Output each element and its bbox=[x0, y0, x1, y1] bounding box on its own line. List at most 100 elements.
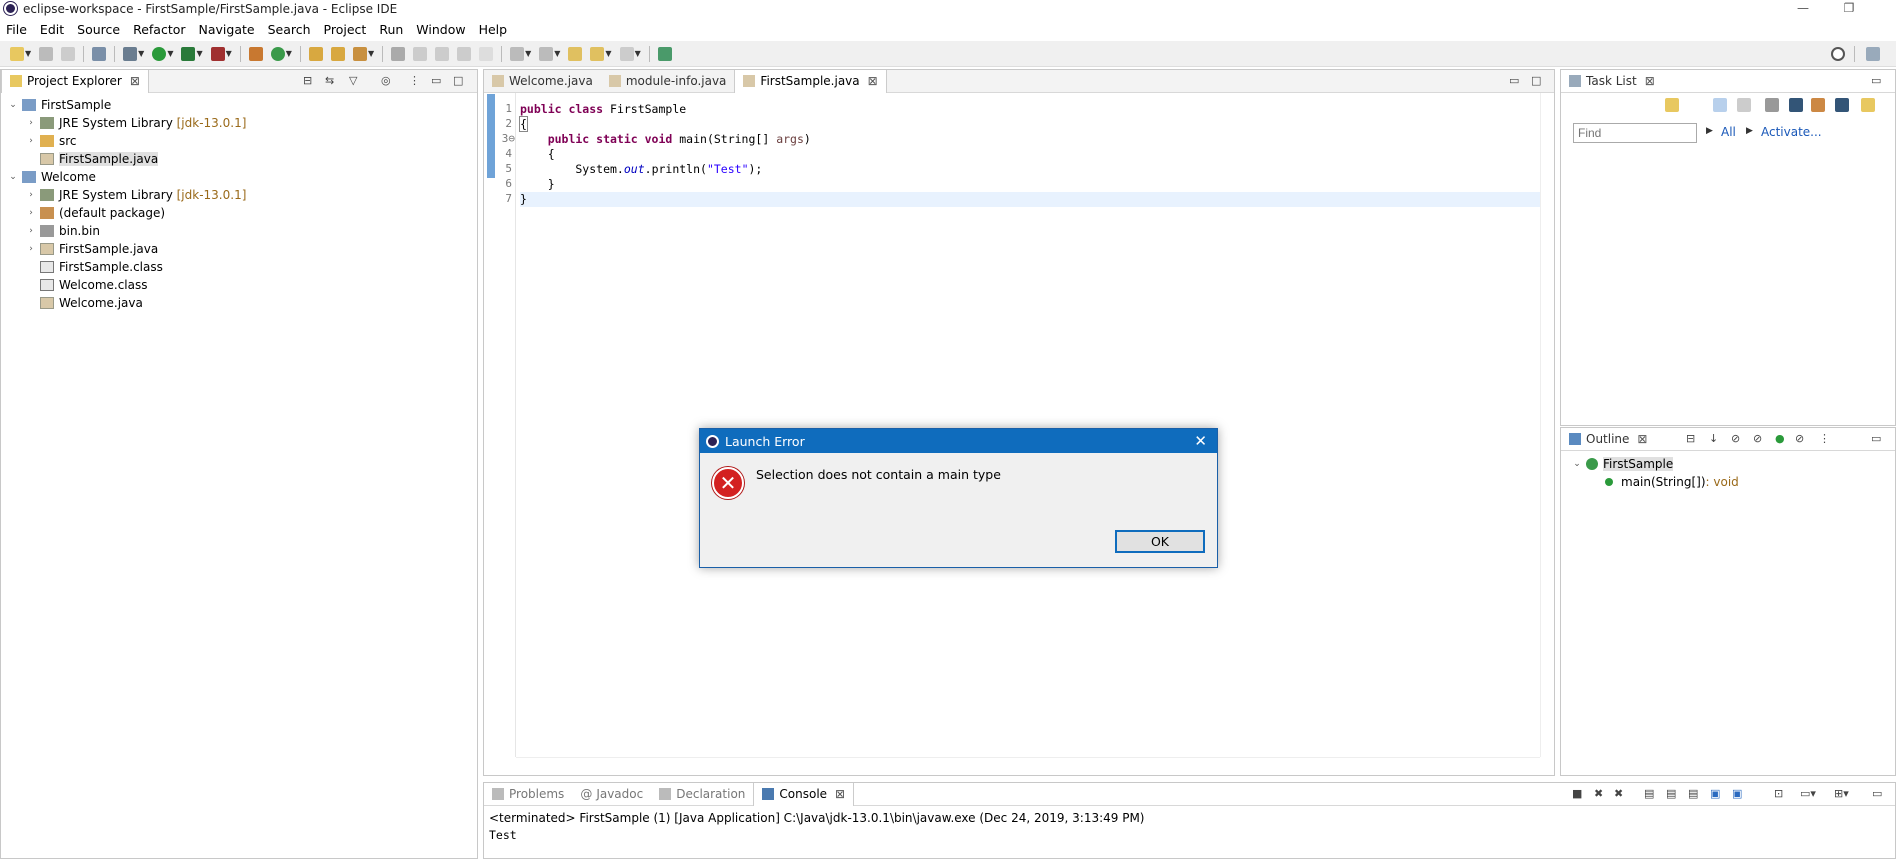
sort-icon[interactable]: ↓ bbox=[1709, 432, 1718, 445]
save-all-icon[interactable] bbox=[61, 46, 76, 61]
sync-icon[interactable] bbox=[1811, 98, 1825, 112]
run-icon[interactable] bbox=[152, 46, 167, 61]
tree-item-firstsample-java[interactable]: › FirstSample.java bbox=[3, 240, 477, 258]
prev-annotation-icon[interactable] bbox=[539, 46, 554, 61]
word-wrap-icon[interactable]: ▤ bbox=[1688, 787, 1698, 800]
last-edit-icon[interactable] bbox=[568, 46, 583, 61]
tree-item-bin-bin[interactable]: › bin.bin bbox=[3, 222, 477, 240]
terminate-icon[interactable]: ■ bbox=[1572, 787, 1582, 800]
hide-completed-icon[interactable] bbox=[1789, 98, 1803, 112]
tree-item-jre-library[interactable]: › JRE System Library [jdk-13.0.1] bbox=[3, 186, 477, 204]
tab-project-explorer[interactable]: Project Explorer ⊠ bbox=[1, 69, 149, 93]
new-java-project-icon[interactable] bbox=[248, 46, 263, 61]
open-perspective-icon[interactable] bbox=[1866, 47, 1880, 61]
debug-icon[interactable] bbox=[123, 46, 138, 61]
ok-button[interactable]: OK bbox=[1115, 530, 1205, 553]
new-class-icon[interactable] bbox=[270, 46, 285, 61]
remove-all-icon[interactable]: ✖ bbox=[1614, 787, 1623, 800]
menu-run[interactable]: Run bbox=[379, 22, 403, 37]
tab-task-list[interactable]: Task List ⊠ bbox=[1561, 70, 1663, 93]
tree-item-welcome-java[interactable]: Welcome.java bbox=[3, 294, 477, 312]
view-menu-icon[interactable]: ⋮ bbox=[409, 74, 420, 87]
clear-console-icon[interactable]: ▤ bbox=[1644, 787, 1654, 800]
all-link[interactable]: All bbox=[1721, 125, 1736, 139]
hide-non-public-icon[interactable]: ● bbox=[1775, 432, 1785, 445]
maximize-view-icon[interactable]: □ bbox=[1531, 74, 1541, 87]
activate-link[interactable]: Activate... bbox=[1761, 125, 1822, 139]
outline-item-method[interactable]: main(String[]) : void bbox=[1605, 473, 1739, 491]
focus-icon[interactable]: ◎ bbox=[381, 74, 391, 87]
search-tool-icon[interactable] bbox=[352, 46, 367, 61]
tab-problems[interactable]: Problems bbox=[484, 783, 572, 806]
pin-editor-icon[interactable] bbox=[657, 46, 672, 61]
tab-welcome-java[interactable]: Welcome.java bbox=[484, 70, 601, 93]
maximize-view-icon[interactable]: □ bbox=[453, 74, 463, 87]
hide-fields-icon[interactable]: ⊘ bbox=[1731, 432, 1740, 445]
minimize-button[interactable]: — bbox=[1780, 0, 1826, 16]
close-icon[interactable]: ✕ bbox=[1194, 432, 1207, 450]
close-icon[interactable]: ⊠ bbox=[130, 74, 140, 88]
tree-item-firstsample-project[interactable]: ⌄ FirstSample bbox=[3, 96, 477, 114]
focus-icon[interactable] bbox=[1765, 98, 1779, 112]
coverage-icon[interactable] bbox=[181, 46, 196, 61]
tab-outline[interactable]: Outline ⊠ bbox=[1561, 428, 1655, 451]
menu-window[interactable]: Window bbox=[416, 22, 465, 37]
menu-edit[interactable]: Edit bbox=[40, 22, 64, 37]
menu-help[interactable]: Help bbox=[479, 22, 508, 37]
tree-item-src[interactable]: › src bbox=[3, 132, 477, 150]
tab-declaration[interactable]: Declaration bbox=[651, 783, 753, 806]
new-task-icon[interactable] bbox=[1665, 98, 1679, 112]
minimize-view-icon[interactable]: ▭ bbox=[1509, 74, 1519, 87]
hide-local-types-icon[interactable]: ⊘ bbox=[1795, 432, 1804, 445]
tab-module-info[interactable]: module-info.java bbox=[601, 70, 735, 93]
menu-source[interactable]: Source bbox=[77, 22, 120, 37]
view-menu-icon[interactable] bbox=[1861, 98, 1875, 112]
open-task-icon[interactable] bbox=[330, 46, 345, 61]
categorized-icon[interactable] bbox=[1713, 98, 1727, 112]
annotation-icon[interactable] bbox=[391, 46, 406, 61]
highlight-icon[interactable] bbox=[413, 46, 428, 61]
link-editor-icon[interactable]: ⇆ bbox=[325, 74, 334, 87]
menu-search[interactable]: Search bbox=[268, 22, 311, 37]
next-annotation-icon[interactable] bbox=[510, 46, 525, 61]
back-icon[interactable] bbox=[590, 46, 605, 61]
outline-item-class[interactable]: ⌄ FirstSample bbox=[1571, 455, 1674, 473]
collapse-all-icon[interactable]: ⊟ bbox=[303, 74, 312, 87]
tab-javadoc[interactable]: @ Javadoc bbox=[572, 783, 651, 806]
tab-console[interactable]: Console ⊠ bbox=[753, 782, 855, 806]
open-console-icon[interactable]: ⊞▾ bbox=[1834, 787, 1849, 800]
search-icon[interactable] bbox=[1831, 47, 1845, 61]
tree-item-firstsample-java[interactable]: FirstSample.java bbox=[3, 150, 477, 168]
forward-icon[interactable] bbox=[619, 46, 634, 61]
close-icon[interactable]: ⊠ bbox=[1645, 74, 1655, 88]
scheduled-icon[interactable] bbox=[1737, 98, 1751, 112]
whitespace-icon[interactable] bbox=[479, 46, 494, 61]
tab-firstsample-java[interactable]: FirstSample.java ⊠ bbox=[734, 69, 887, 93]
collapse-all-icon[interactable]: ⊟ bbox=[1686, 432, 1695, 445]
close-icon[interactable]: ⊠ bbox=[868, 74, 878, 88]
display-console-icon[interactable]: ▭▾ bbox=[1800, 787, 1816, 800]
external-tools-icon[interactable] bbox=[210, 46, 225, 61]
pin-console-icon[interactable]: ⊡ bbox=[1774, 787, 1783, 800]
block-select-icon[interactable] bbox=[435, 46, 450, 61]
minimize-view-icon[interactable]: ▭ bbox=[1871, 74, 1881, 87]
view-menu-icon[interactable]: ⋮ bbox=[1819, 432, 1830, 445]
collapse-all-icon[interactable] bbox=[1835, 98, 1849, 112]
hide-static-icon[interactable]: ⊘ bbox=[1753, 432, 1762, 445]
minimize-view-icon[interactable]: ▭ bbox=[431, 74, 441, 87]
minimize-view-icon[interactable]: ▭ bbox=[1872, 787, 1882, 800]
close-icon[interactable]: ⊠ bbox=[835, 787, 845, 801]
tree-item-jre-library[interactable]: › JRE System Library [jdk-13.0.1] bbox=[3, 114, 477, 132]
show-stdout-icon[interactable]: ▣ bbox=[1710, 787, 1720, 800]
close-icon[interactable]: ⊠ bbox=[1637, 432, 1647, 446]
save-icon[interactable] bbox=[39, 46, 54, 61]
find-input[interactable] bbox=[1573, 123, 1697, 143]
menu-file[interactable]: File bbox=[6, 22, 27, 37]
minimize-view-icon[interactable]: ▭ bbox=[1871, 432, 1881, 445]
scroll-lock-icon[interactable]: ▤ bbox=[1666, 787, 1676, 800]
menu-project[interactable]: Project bbox=[324, 22, 367, 37]
show-stderr-icon[interactable]: ▣ bbox=[1732, 787, 1742, 800]
tree-item-default-package[interactable]: › (default package) bbox=[3, 204, 477, 222]
new-icon[interactable] bbox=[10, 46, 24, 61]
menu-navigate[interactable]: Navigate bbox=[199, 22, 255, 37]
